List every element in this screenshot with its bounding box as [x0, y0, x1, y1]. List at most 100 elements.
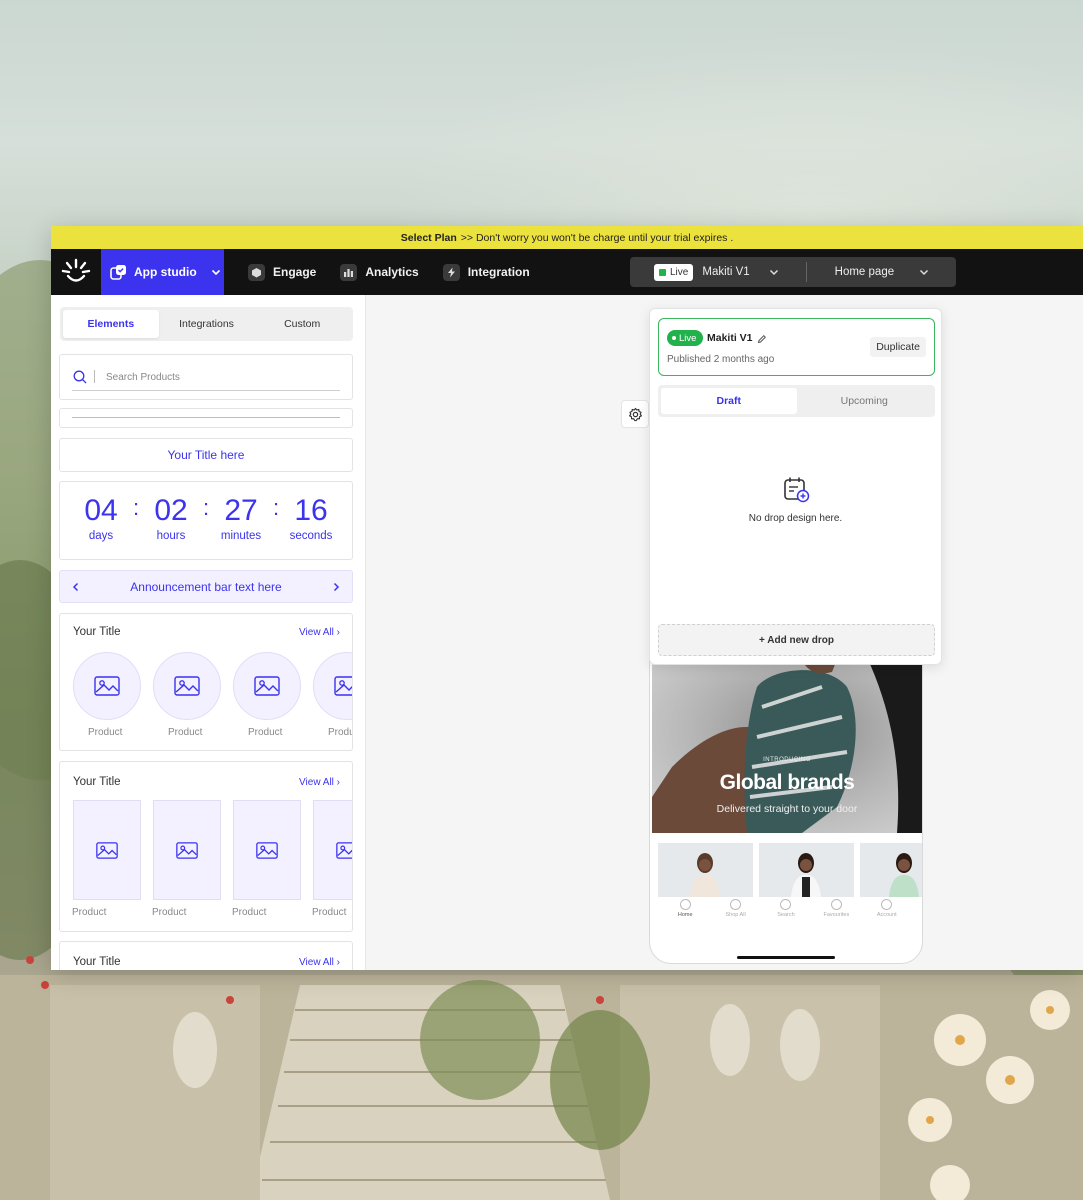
announcement-element[interactable]: Announcement bar text here — [59, 570, 353, 603]
tab-upcoming[interactable]: Upcoming — [797, 388, 933, 414]
product-image-placeholder — [153, 652, 221, 720]
product-label: Product — [152, 907, 187, 918]
page-dropdown[interactable]: Home page — [835, 266, 894, 278]
add-new-drop-button[interactable]: + Add new drop — [658, 624, 935, 656]
bar-chart-icon — [340, 263, 358, 281]
image-icon — [176, 841, 198, 859]
product-label: Product — [88, 727, 123, 738]
view-all-link[interactable]: View All › — [299, 957, 340, 968]
tab-elements[interactable]: Elements — [63, 310, 159, 338]
collection-element[interactable]: Your Title View All › — [59, 941, 353, 970]
countdown-hours: 02 hours — [154, 494, 188, 542]
tab-favourites[interactable]: Favourites — [816, 899, 856, 918]
version-name: Makiti V1 — [707, 332, 753, 344]
user-icon — [881, 899, 893, 910]
drop-tabs: Draft Upcoming — [658, 385, 935, 417]
product-label: Product — [168, 727, 203, 738]
hero-subheadline: Delivered straight to your door — [716, 803, 858, 815]
duplicate-button[interactable]: Duplicate — [870, 337, 926, 357]
home-indicator — [737, 956, 835, 959]
selector-divider — [805, 262, 807, 282]
view-all-link[interactable]: View All › — [299, 777, 340, 788]
calendar-add-icon — [784, 477, 810, 503]
mobile-tab-bar: Home Shop All Search Favourites Account — [650, 899, 922, 918]
search-icon — [73, 370, 87, 384]
countdown-seconds: 16 seconds — [289, 494, 333, 542]
search-input[interactable]: Search Products — [106, 372, 180, 383]
search-divider — [94, 370, 95, 383]
heart-icon — [830, 899, 842, 910]
tab-draft[interactable]: Draft — [661, 388, 797, 414]
app-studio-icon — [110, 264, 126, 280]
search-underline — [72, 390, 340, 391]
product-thumbnail[interactable] — [759, 843, 854, 897]
product-label: Product — [312, 907, 347, 918]
hero-banner[interactable]: INTRODUCING Global brands Delivered stra… — [652, 647, 922, 833]
nav-engage[interactable]: Engage — [248, 263, 316, 281]
search-icon — [780, 899, 792, 910]
panel-tabs: Elements Integrations Custom — [60, 307, 353, 341]
countdown-days: 04 days — [84, 494, 118, 542]
image-icon — [334, 676, 352, 696]
model-photo — [889, 853, 919, 897]
title-element-text: Your Title here — [167, 448, 245, 462]
divider-line — [72, 417, 340, 418]
product-thumbnail[interactable] — [860, 843, 922, 897]
hero-intro: INTRODUCING — [763, 757, 811, 763]
product-image-placeholder — [313, 800, 352, 900]
tab-shop-all[interactable]: Shop All — [716, 899, 756, 918]
home-icon — [679, 899, 691, 910]
product-image-placeholder — [73, 800, 141, 900]
product-label: Produ — [328, 727, 353, 738]
grid-collection-element[interactable]: Your Title View All › Product Product Pr… — [59, 761, 353, 932]
app-studio-label: App studio — [134, 265, 197, 279]
tab-account[interactable]: Account — [867, 899, 907, 918]
image-icon — [256, 841, 278, 859]
announcement-text: Announcement bar text here — [130, 579, 282, 594]
version-page-selector: Live Makiti V1 Home page — [630, 257, 956, 287]
countdown-minutes: 27 minutes — [220, 494, 262, 542]
mobile-preview[interactable]: INTRODUCING Global brands Delivered stra… — [649, 646, 923, 964]
app-studio-menu[interactable]: App studio — [101, 249, 224, 295]
section-title: Your Title — [73, 776, 121, 788]
elements-panel: Elements Integrations Custom Search Prod… — [51, 295, 366, 970]
image-icon — [336, 841, 352, 859]
divider-element[interactable] — [59, 408, 353, 428]
live-version-card[interactable]: Live Makiti V1 Published 2 months ago Du… — [658, 318, 935, 376]
empty-state-message: No drop design here. — [748, 513, 843, 524]
shop-icon — [730, 899, 742, 910]
select-plan-link[interactable]: Select Plan — [401, 232, 457, 244]
product-label: Product — [72, 907, 107, 918]
tab-integrations[interactable]: Integrations — [159, 310, 255, 338]
product-image-placeholder — [73, 652, 141, 720]
section-title: Your Title — [73, 626, 121, 638]
product-thumbnail[interactable] — [658, 843, 753, 897]
chevron-down-icon[interactable] — [918, 266, 930, 278]
countdown-separator: : — [272, 495, 280, 520]
search-element[interactable]: Search Products — [59, 354, 353, 400]
chevron-right-icon[interactable] — [331, 582, 341, 592]
chevron-down-icon[interactable] — [768, 266, 780, 278]
countdown-element[interactable]: 04 days : 02 hours : 27 minutes : 16 seconds — [59, 481, 353, 560]
tab-home[interactable]: Home — [665, 899, 705, 918]
trial-banner: Select Plan >> Don't worry you won't be … — [51, 226, 1083, 249]
settings-gear-icon[interactable] — [621, 400, 649, 428]
tab-search[interactable]: Search — [766, 899, 806, 918]
logo-icon[interactable] — [51, 249, 101, 295]
chevron-left-icon[interactable] — [71, 582, 81, 592]
view-all-link[interactable]: View All › — [299, 627, 340, 638]
live-badge: Live — [667, 330, 704, 346]
title-element[interactable]: Your Title here — [59, 438, 353, 472]
circle-collection-element[interactable]: Your Title View All › Product Product Pr… — [59, 613, 353, 751]
trial-message: >> Don't worry you won't be charge until… — [460, 231, 734, 244]
edit-pencil-icon[interactable] — [757, 334, 767, 344]
nav-analytics[interactable]: Analytics — [340, 263, 419, 281]
published-time: Published 2 months ago — [667, 354, 775, 365]
top-navigation: App studio Engage Analytics Integration … — [51, 249, 1083, 295]
tab-custom[interactable]: Custom — [254, 310, 350, 338]
lightning-icon — [442, 263, 460, 281]
live-status-chip: Live — [654, 263, 694, 281]
nav-integration[interactable]: Integration — [442, 263, 530, 281]
image-icon — [94, 676, 120, 696]
version-dropdown[interactable]: Makiti V1 — [702, 266, 749, 278]
